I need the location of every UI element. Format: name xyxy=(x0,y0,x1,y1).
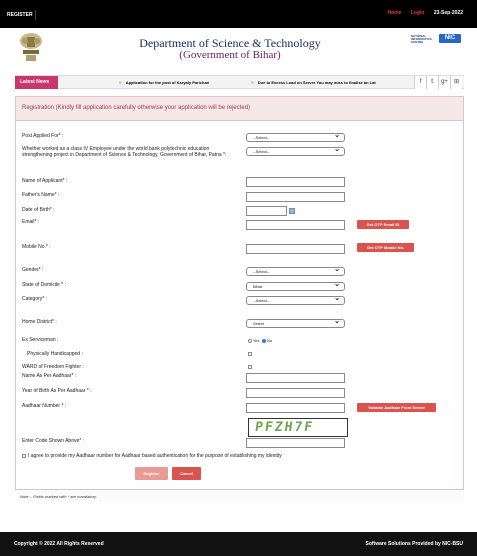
get-otp-mobile-button[interactable]: Get OTP Mobile No. xyxy=(357,243,414,252)
freedom-fighter-label: WARD of Freedom Fighter : xyxy=(22,364,84,370)
home-link[interactable]: Home xyxy=(388,10,402,16)
nic-logo: NATIONAL INFORMATICS CENTRE NIC xyxy=(411,34,461,44)
category-label: Category* : xyxy=(22,296,48,302)
physically-handicapped-checkbox[interactable] xyxy=(248,352,252,356)
page-subtitle: (Government of Bihar) xyxy=(179,49,281,61)
class-iv-label: Whether worked as a class IV Employee un… xyxy=(22,146,227,158)
domicile-select[interactable]: Bihar ⌄ xyxy=(246,281,345,291)
chevron-down-icon: ⌄ xyxy=(334,295,340,302)
calendar-icon[interactable] xyxy=(289,208,295,214)
father-name-input[interactable] xyxy=(246,192,345,202)
register-link[interactable]: REGISTER xyxy=(5,10,36,20)
gender-label: Gender* : xyxy=(22,267,44,273)
father-name-label: Father's Name* : xyxy=(22,192,60,198)
class-iv-select[interactable]: --Select-- ⌄ xyxy=(246,146,345,156)
mandatory-note: Note :- Fields marked with * are mandato… xyxy=(15,489,464,502)
home-district-label: Home District* : xyxy=(22,319,57,325)
ex-serviceman-yes-label: Yes xyxy=(253,338,260,343)
double-chevron-icon: » xyxy=(119,80,122,86)
nic-logo-icon: NIC xyxy=(439,34,461,43)
captcha-label: Enter Code Shown Above* : xyxy=(22,438,84,444)
site-footer: Copyright © 2022 All Rights Reserved Sof… xyxy=(0,532,477,556)
chevron-down-icon: ⌄ xyxy=(334,132,340,139)
aadhaar-number-input[interactable] xyxy=(246,403,345,413)
captcha-input[interactable] xyxy=(246,438,345,448)
twitter-icon[interactable]: 𝕥 xyxy=(426,76,438,89)
facebook-icon[interactable]: f xyxy=(414,76,426,89)
news-ticker: Latest News » Application for the post of… xyxy=(15,75,464,89)
current-date: 23-Sep-2022 xyxy=(433,10,463,16)
captcha-image: PFZH7F xyxy=(248,418,348,437)
ex-serviceman-no-label: No xyxy=(267,338,273,343)
category-select[interactable]: --Select-- ⌄ xyxy=(246,295,345,305)
mobile-label: Mobile No.* : xyxy=(22,244,51,250)
top-bar: REGISTER Home Login 23-Sep-2022 xyxy=(0,0,477,28)
yob-aadhaar-input[interactable] xyxy=(246,388,345,398)
yob-aadhaar-label: Year of Birth As Per Aadhaar * : xyxy=(22,388,92,394)
provider-text: Software Solutions Provided by NIC-BSU xyxy=(365,541,463,547)
ex-serviceman-yes-radio[interactable] xyxy=(248,339,252,343)
cancel-button[interactable]: Cancel xyxy=(172,467,201,480)
news-item[interactable]: » Application for the post of Karyaly Par… xyxy=(119,80,209,86)
chevron-down-icon: ⌄ xyxy=(334,281,340,288)
panel-header: Registration (Kindly fill application ca… xyxy=(16,97,463,121)
double-chevron-icon: » xyxy=(251,80,254,86)
home-district-select[interactable]: Select ⌄ xyxy=(246,318,345,328)
domicile-label: State of Domicile * : xyxy=(22,282,66,288)
freedom-fighter-checkbox[interactable] xyxy=(248,365,252,369)
validate-aadhaar-button[interactable]: Validate Aadhaar From Server xyxy=(357,403,436,412)
share-icon[interactable]: ⊞ xyxy=(450,76,462,89)
email-label: Email* : xyxy=(22,219,40,225)
email-input[interactable] xyxy=(246,220,345,230)
registration-panel: Registration (Kindly fill application ca… xyxy=(15,96,464,502)
ex-serviceman-no-radio[interactable] xyxy=(262,339,266,343)
name-aadhaar-input[interactable] xyxy=(246,373,345,383)
applicant-name-input[interactable] xyxy=(246,177,345,187)
top-right-links: Home Login 23-Sep-2022 xyxy=(380,10,463,16)
chevron-down-icon: ⌄ xyxy=(334,318,340,325)
chevron-down-icon: ⌄ xyxy=(334,266,340,273)
consent-label: I agree to provide my Aadhaar number for… xyxy=(28,453,282,459)
site-header: Department of Science & Technology (Gove… xyxy=(0,28,477,74)
login-link[interactable]: Login xyxy=(411,10,425,16)
registration-heading: Registration (Kindly fill application ca… xyxy=(22,105,251,111)
aadhaar-number-label: Aadhaar Number * : xyxy=(22,403,67,409)
consent-checkbox[interactable] xyxy=(22,454,26,458)
captcha-code: PFZH7F xyxy=(253,420,316,435)
chevron-down-icon: ⌄ xyxy=(334,146,340,153)
mobile-input[interactable] xyxy=(246,244,345,254)
google-plus-icon[interactable]: g+ xyxy=(438,76,450,89)
ex-serviceman-label: Ex Serviceman : xyxy=(22,337,59,343)
post-applied-select[interactable]: --Select-- ⌄ xyxy=(246,132,345,142)
dob-label: Date of Birth* : xyxy=(22,207,55,213)
register-button[interactable]: Register xyxy=(135,467,168,480)
name-aadhaar-label: Name As Per Aadhaar* : xyxy=(22,373,77,379)
news-item[interactable]: » Due to Excess Load on Server You may mi… xyxy=(251,80,376,86)
get-otp-email-button[interactable]: Get OTP Email ID xyxy=(357,220,409,229)
latest-news-label: Latest News xyxy=(15,76,58,89)
copyright-text: Copyright © 2022 All Rights Reserved xyxy=(14,541,104,547)
nic-text: NATIONAL INFORMATICS CENTRE xyxy=(411,34,432,44)
dob-input[interactable] xyxy=(246,206,287,216)
applicant-name-label: Name of Applicant* : xyxy=(22,178,68,184)
gender-select[interactable]: --Select-- ⌄ xyxy=(246,266,345,276)
physically-handicapped-label: Physically Handicapped : xyxy=(27,351,83,357)
post-applied-label: Post Applied For* : xyxy=(22,133,64,139)
